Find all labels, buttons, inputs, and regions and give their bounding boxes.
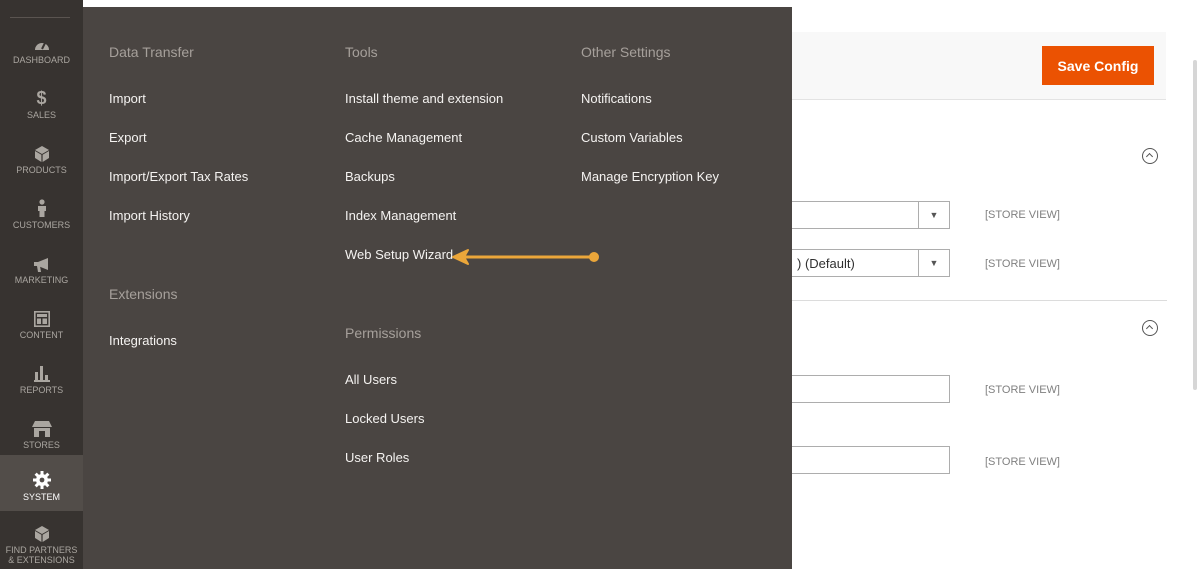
menu-link-user-roles[interactable]: User Roles: [345, 450, 409, 465]
megaphone-icon: [33, 250, 50, 272]
menu-link-import[interactable]: Import: [109, 91, 146, 106]
sidebar-item-system[interactable]: SYSTEM: [0, 455, 83, 511]
partners-box-icon: [34, 520, 49, 542]
menu-link-all-users[interactable]: All Users: [345, 372, 397, 387]
group-title-extensions: Extensions: [109, 286, 178, 302]
section-divider: [792, 300, 1167, 301]
sidebar-item-products[interactable]: PRODUCTS: [0, 140, 83, 195]
sidebar-item-find-partners[interactable]: FIND PARTNERS & EXTENSIONS: [0, 520, 83, 569]
sidebar-item-marketing[interactable]: MARKETING: [0, 250, 83, 305]
page-scrollbar[interactable]: [1193, 60, 1197, 390]
sidebar-item-label: REPORTS: [19, 385, 64, 395]
gear-icon: [32, 467, 51, 489]
menu-link-integrations[interactable]: Integrations: [109, 333, 177, 348]
bar-chart-icon: [33, 360, 50, 382]
save-config-button[interactable]: Save Config: [1042, 46, 1154, 85]
box-icon: [34, 140, 49, 162]
menu-link-web-setup-wizard[interactable]: Web Setup Wizard: [345, 247, 453, 262]
group-title-other-settings: Other Settings: [581, 44, 671, 60]
config-select-1[interactable]: ▼: [770, 201, 950, 229]
section-collapse-icon[interactable]: [1142, 148, 1158, 164]
menu-link-export[interactable]: Export: [109, 130, 147, 145]
chevron-down-icon: ▼: [918, 250, 949, 276]
sidebar-item-label: FIND PARTNERS & EXTENSIONS: [5, 545, 78, 565]
menu-link-locked-users[interactable]: Locked Users: [345, 411, 424, 426]
sidebar-item-label: SALES: [26, 110, 57, 120]
menu-link-cache-management[interactable]: Cache Management: [345, 130, 462, 145]
scope-label: [STORE VIEW]: [985, 209, 1060, 221]
menu-link-notifications[interactable]: Notifications: [581, 91, 652, 106]
sidebar-item-customers[interactable]: CUSTOMERS: [0, 195, 83, 250]
menu-link-import-history[interactable]: Import History: [109, 208, 190, 223]
sidebar-item-label: STORES: [23, 440, 60, 450]
config-text-input-1[interactable]: [770, 375, 950, 403]
sidebar-logo-divider: [10, 17, 70, 18]
group-title-data-transfer: Data Transfer: [109, 44, 194, 60]
select-value: ) (Default): [797, 256, 855, 271]
sidebar-item-label: PRODUCTS: [16, 165, 67, 175]
config-text-input-2[interactable]: [770, 446, 950, 474]
sidebar-item-label: MARKETING: [14, 275, 69, 285]
menu-link-manage-encryption-key[interactable]: Manage Encryption Key: [581, 169, 719, 184]
sidebar-item-label: SYSTEM: [22, 492, 60, 502]
person-icon: [37, 195, 47, 217]
menu-link-install-theme[interactable]: Install theme and extension: [345, 91, 503, 106]
sidebar-item-label: CUSTOMERS: [12, 220, 71, 230]
sidebar-item-content[interactable]: CONTENT: [0, 305, 83, 360]
menu-link-import-export-tax-rates[interactable]: Import/Export Tax Rates: [109, 169, 248, 184]
speedometer-icon: [34, 30, 50, 52]
layout-icon: [33, 305, 50, 327]
menu-link-index-management[interactable]: Index Management: [345, 208, 456, 223]
section-collapse-icon[interactable]: [1142, 320, 1158, 336]
group-title-tools: Tools: [345, 44, 378, 60]
scope-label: [STORE VIEW]: [985, 456, 1060, 468]
storefront-icon: [31, 415, 52, 437]
system-flyout-menu: Data Transfer Import Export Import/Expor…: [83, 7, 792, 569]
scope-label: [STORE VIEW]: [985, 384, 1060, 396]
dollar-icon: $: [36, 88, 47, 108]
chevron-down-icon: ▼: [918, 202, 949, 228]
sidebar-item-dashboard[interactable]: DASHBOARD: [0, 30, 83, 85]
scope-label: [STORE VIEW]: [985, 258, 1060, 270]
sidebar-item-label: DASHBOARD: [12, 55, 70, 65]
sidebar-item-reports[interactable]: REPORTS: [0, 360, 83, 415]
sidebar-item-label: CONTENT: [19, 330, 64, 340]
menu-link-backups[interactable]: Backups: [345, 169, 395, 184]
group-title-permissions: Permissions: [345, 325, 422, 341]
menu-link-custom-variables[interactable]: Custom Variables: [581, 130, 683, 145]
sidebar-item-sales[interactable]: $ SALES: [0, 85, 83, 140]
admin-sidebar: DASHBOARD $ SALES PRODUCTS CUSTOMERS MAR…: [0, 0, 83, 569]
config-select-2[interactable]: ) (Default) ▼: [770, 249, 950, 277]
